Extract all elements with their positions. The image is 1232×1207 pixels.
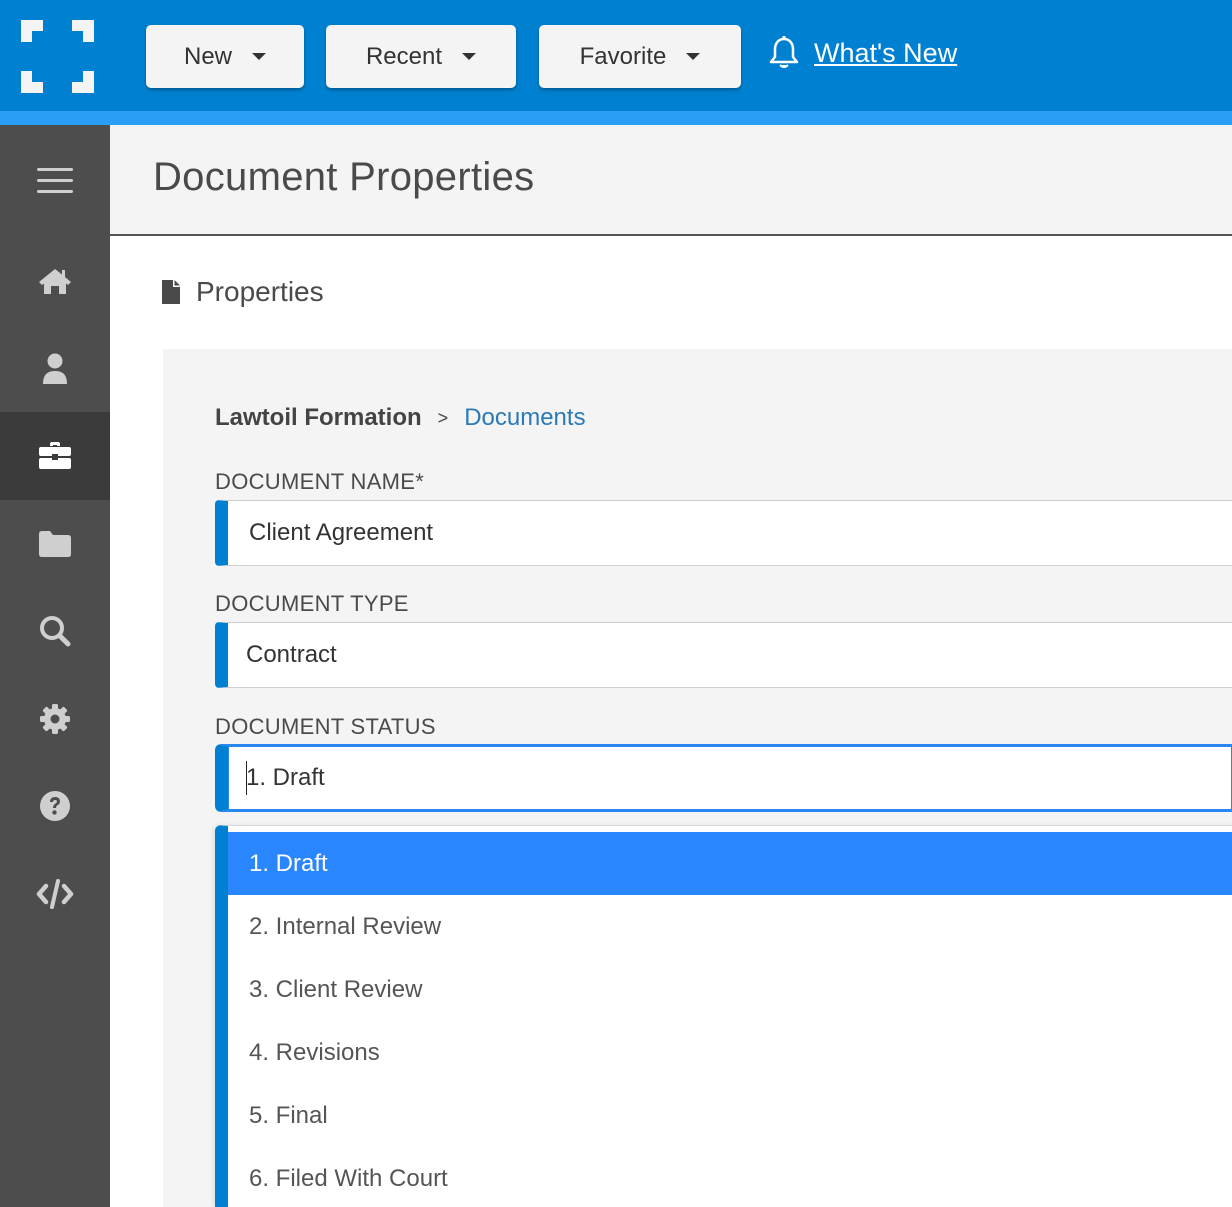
briefcase-icon xyxy=(39,442,71,469)
sidebar-item-matters[interactable] xyxy=(0,412,110,500)
sidebar-item-documents[interactable] xyxy=(0,500,110,588)
caret-down-icon xyxy=(252,53,266,60)
menu-icon xyxy=(37,168,73,193)
page-title: Document Properties xyxy=(153,155,535,199)
status-option[interactable]: 4. Revisions xyxy=(228,1021,1232,1084)
bracket-logo-icon[interactable] xyxy=(21,20,94,93)
document-icon xyxy=(162,280,180,304)
document-name-value: Client Agreement xyxy=(249,519,434,546)
document-name-label: DOCUMENT NAME* xyxy=(215,469,425,494)
caret-down-icon xyxy=(686,53,701,60)
whats-new-label: What's New xyxy=(814,37,958,68)
document-status-input[interactable]: 1. Draft xyxy=(215,744,1232,812)
section-title-label: Properties xyxy=(196,276,324,307)
recent-button[interactable]: Recent xyxy=(326,25,516,88)
gear-icon xyxy=(40,704,70,734)
sidebar-item-developer[interactable] xyxy=(0,850,110,938)
home-icon xyxy=(39,269,71,294)
sidebar-item-search[interactable] xyxy=(0,587,110,675)
page-header: Document Properties xyxy=(110,125,1232,236)
top-bar: New Recent Favorite What's New xyxy=(0,0,1232,111)
status-option[interactable]: 5. Final xyxy=(228,1084,1232,1147)
document-name-input[interactable]: Client Agreement xyxy=(215,500,1232,566)
favorite-button[interactable]: Favorite xyxy=(539,25,741,88)
bell-icon xyxy=(769,36,799,68)
document-status-label: DOCUMENT STATUS xyxy=(215,714,436,739)
breadcrumb-documents-link[interactable]: Documents xyxy=(464,404,585,432)
sidebar-item-home[interactable] xyxy=(0,237,110,325)
caret-down-icon xyxy=(462,53,477,60)
document-type-value: Contract xyxy=(246,641,337,668)
new-button-label: New xyxy=(183,42,232,70)
recent-button-label: Recent xyxy=(365,42,443,70)
sidebar xyxy=(0,125,110,1207)
sidebar-item-settings[interactable] xyxy=(0,675,110,763)
document-status-dropdown: 1. Draft 2. Internal Review 3. Client Re… xyxy=(215,825,1232,1207)
user-icon xyxy=(43,353,67,384)
whats-new-link[interactable]: What's New xyxy=(768,36,957,70)
new-button[interactable]: New xyxy=(146,25,304,88)
sidebar-item-menu[interactable] xyxy=(0,137,110,225)
folder-icon xyxy=(39,531,71,557)
document-status-value: 1. Draft xyxy=(246,764,325,791)
search-icon xyxy=(40,616,71,647)
sidebar-item-help[interactable] xyxy=(0,762,110,850)
chevron-right-icon: > xyxy=(437,407,449,428)
breadcrumb-root: Lawtoil Formation xyxy=(215,404,422,431)
breadcrumb: Lawtoil Formation > Documents xyxy=(215,404,586,432)
help-icon xyxy=(40,791,70,821)
section-title: Properties xyxy=(162,276,324,308)
status-option[interactable]: 6. Filed With Court xyxy=(228,1147,1232,1207)
properties-panel: Lawtoil Formation > Documents DOCUMENT N… xyxy=(163,349,1232,1207)
code-icon xyxy=(36,879,74,909)
top-bar-accent xyxy=(0,111,1232,125)
document-type-select[interactable]: Contract xyxy=(215,622,1232,688)
status-option[interactable]: 2. Internal Review xyxy=(228,895,1232,958)
sidebar-item-user[interactable] xyxy=(0,325,110,413)
document-type-label: DOCUMENT TYPE xyxy=(215,591,409,616)
status-option[interactable]: 1. Draft xyxy=(228,832,1232,895)
favorite-button-label: Favorite xyxy=(579,42,667,70)
status-option[interactable]: 3. Client Review xyxy=(228,958,1232,1021)
